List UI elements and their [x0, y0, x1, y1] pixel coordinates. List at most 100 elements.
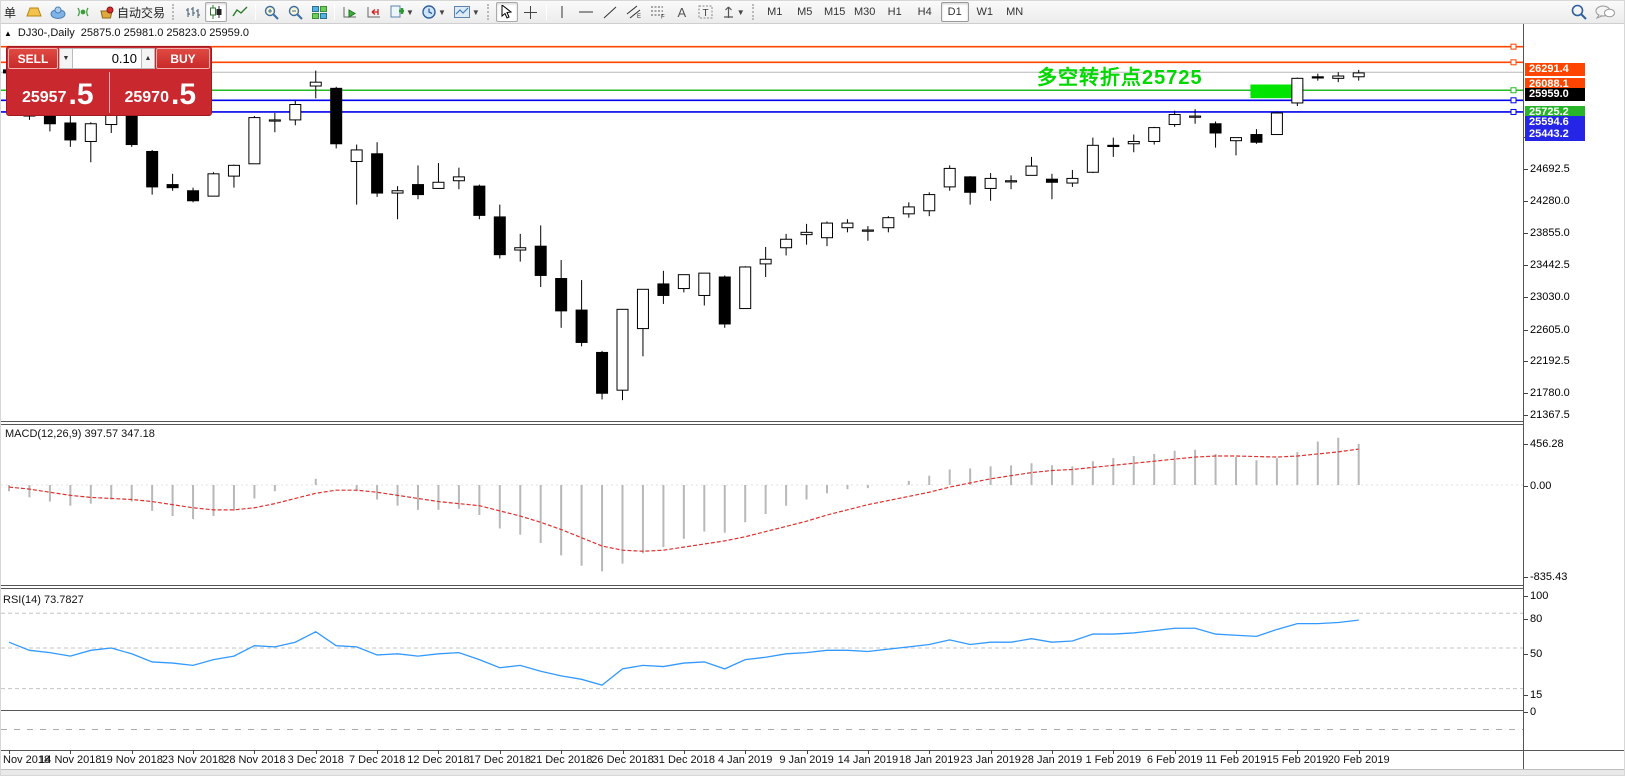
volume-input[interactable]: 0.10 — [73, 48, 141, 69]
autotrading-button[interactable]: 自动交易 — [96, 2, 168, 22]
toolbar-grip[interactable] — [487, 4, 492, 20]
level-endpoint — [1511, 60, 1516, 65]
search-icon[interactable] — [1568, 2, 1590, 22]
candle-body — [147, 151, 158, 186]
candle-body — [1026, 166, 1037, 175]
candle-body — [1312, 77, 1323, 78]
timeframe-m15[interactable]: M15 — [821, 2, 849, 22]
sell-price[interactable]: 25957 .5 — [7, 70, 109, 115]
candlestick-chart-icon[interactable] — [205, 2, 227, 22]
date-label: 20 Feb 2019 — [1328, 754, 1390, 766]
date-axis[interactable]: Nov 201814 Nov 201819 Nov 201823 Nov 201… — [1, 750, 1625, 769]
line-chart-icon[interactable] — [229, 2, 251, 22]
window-bottom-strip — [1, 769, 1625, 776]
date-label: 28 Nov 2018 — [223, 754, 285, 766]
ohlc-values: 25875.0 25981.0 25823.0 25959.0 — [81, 27, 249, 39]
candle-body — [392, 191, 403, 193]
trendline-tool-icon[interactable] — [599, 2, 621, 22]
symbol-period-label: DJ30-,Daily — [18, 27, 75, 39]
tile-windows-icon[interactable] — [308, 2, 330, 22]
date-label: 19 Nov 2018 — [100, 754, 162, 766]
date-label: 14 Nov 2018 — [39, 754, 101, 766]
fibonacci-tool-icon[interactable]: F — [647, 2, 669, 22]
arrows-tool-button[interactable]: ▼ — [719, 2, 748, 22]
price-axis[interactable]: 25105.024692.524280.023855.023442.523030… — [1523, 24, 1625, 769]
auto-scroll-icon[interactable] — [339, 2, 361, 22]
candle-body — [781, 239, 792, 247]
candle-body — [1353, 73, 1364, 77]
candle-body — [822, 223, 833, 238]
signal-icon[interactable] — [72, 2, 94, 22]
candle-body — [1251, 135, 1262, 143]
candle-body — [597, 352, 608, 393]
bar-chart-icon[interactable] — [181, 2, 203, 22]
rsi-tick: 80 — [1530, 613, 1542, 625]
price-tick: 21367.5 — [1530, 409, 1570, 421]
text-label-tool-icon[interactable]: T — [695, 2, 717, 22]
templates-button[interactable]: ▼ — [451, 2, 483, 22]
rsi-pane[interactable] — [1, 589, 1523, 710]
candle-body — [535, 246, 546, 275]
chevron-down-icon: ▼ — [406, 8, 414, 17]
timeframe-d1[interactable]: D1 — [941, 2, 969, 22]
cursor-icon[interactable] — [496, 2, 518, 22]
candle-body — [167, 185, 178, 188]
new-chart-button[interactable]: ▼ — [387, 2, 417, 22]
date-label: 17 Dec 2018 — [469, 754, 531, 766]
timeframe-h4[interactable]: H4 — [911, 2, 939, 22]
candle-body — [494, 217, 505, 255]
equidistant-channel-tool-icon[interactable]: E — [623, 2, 645, 22]
toolbar-grip[interactable] — [752, 4, 757, 20]
level-endpoint — [1511, 44, 1516, 49]
macd-pane[interactable] — [1, 425, 1523, 586]
candle-body — [188, 191, 199, 201]
text-tool-icon[interactable]: A — [671, 2, 693, 22]
toolbar-grip[interactable] — [172, 4, 177, 20]
price-tick: 22192.5 — [1530, 355, 1570, 367]
candle-body — [474, 186, 485, 215]
chart-title: ▲ DJ30-,Daily 25875.0 25981.0 25823.0 25… — [4, 27, 249, 39]
periods-button[interactable]: ▼ — [419, 2, 449, 22]
chat-icon[interactable] — [1592, 2, 1618, 22]
candle-body — [290, 105, 301, 120]
candle-body — [106, 115, 117, 125]
price-tick: 21780.0 — [1530, 387, 1570, 399]
one-click-toggle-icon[interactable]: ▲ — [4, 29, 12, 38]
candle-body — [1006, 181, 1017, 182]
timeframe-m5[interactable]: M5 — [791, 2, 819, 22]
chart-shift-icon[interactable] — [363, 2, 385, 22]
new-order-button[interactable]: 单 — [0, 2, 21, 22]
volume-increase-button[interactable]: ▲ — [141, 48, 155, 69]
timeframe-h1[interactable]: H1 — [881, 2, 909, 22]
date-label: 15 Feb 2019 — [1266, 754, 1328, 766]
gold-ingot-icon[interactable] — [23, 2, 45, 22]
timeframe-m30[interactable]: M30 — [851, 2, 879, 22]
main-chart-pane[interactable] — [1, 24, 1523, 422]
cloud-community-icon[interactable] — [47, 2, 70, 22]
timeframe-w1[interactable]: W1 — [971, 2, 999, 22]
horizontal-line-tool-icon[interactable] — [575, 2, 597, 22]
vertical-line-tool-icon[interactable] — [551, 2, 573, 22]
date-label: 23 Jan 2019 — [960, 754, 1021, 766]
candle-body — [331, 88, 342, 143]
candle-body — [1271, 113, 1282, 135]
candle-body — [740, 267, 751, 309]
sell-button[interactable]: SELL — [8, 48, 58, 69]
volume-decrease-button[interactable]: ▼ — [59, 48, 73, 69]
buy-button[interactable]: BUY — [156, 48, 210, 69]
zoom-in-icon[interactable] — [260, 2, 282, 22]
buy-price[interactable]: 25970 .5 — [110, 70, 212, 115]
bottom-separator[interactable] — [1, 728, 1523, 731]
timeframe-m1[interactable]: M1 — [761, 2, 789, 22]
macd-tick: 0.00 — [1530, 480, 1551, 492]
date-label: 11 Feb 2019 — [1206, 754, 1267, 766]
candle-body — [719, 277, 730, 324]
zoom-out-icon[interactable] — [284, 2, 306, 22]
timeframe-mn[interactable]: MN — [1001, 2, 1029, 22]
crosshair-icon[interactable] — [520, 2, 542, 22]
price-tick: 23442.5 — [1530, 259, 1570, 271]
candle-body — [883, 218, 894, 228]
date-label: 28 Jan 2019 — [1022, 754, 1083, 766]
pivot-annotation[interactable]: 多空转折点25725 — [1037, 61, 1203, 90]
price-tick: 22605.0 — [1530, 324, 1570, 336]
